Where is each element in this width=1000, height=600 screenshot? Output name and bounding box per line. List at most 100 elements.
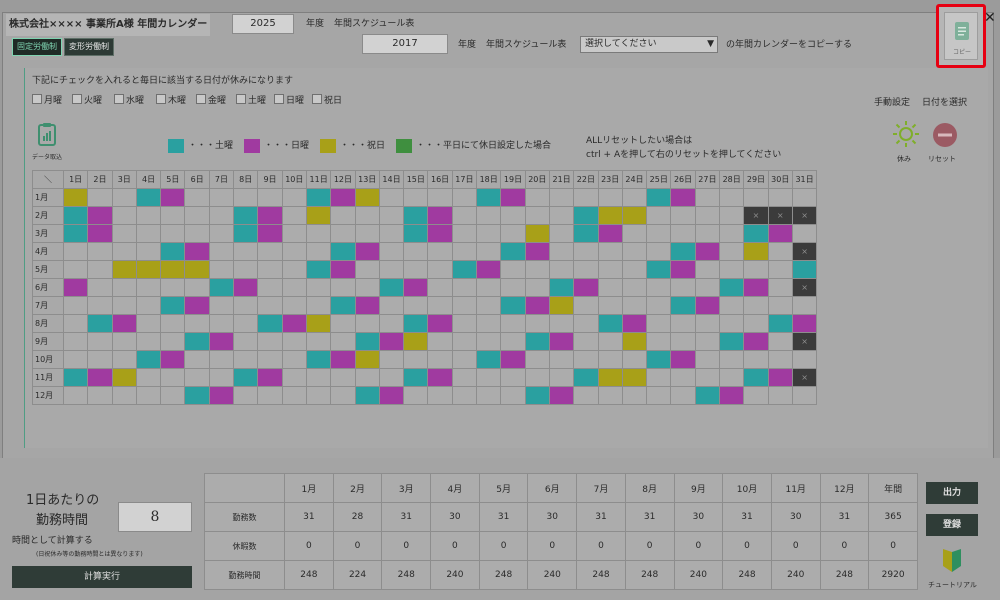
calendar-day-cell[interactable] xyxy=(111,332,137,351)
calendar-day-cell[interactable] xyxy=(451,188,478,207)
calendar-day-cell[interactable] xyxy=(378,278,405,297)
calendar-day-cell[interactable] xyxy=(354,386,380,405)
calendar-day-cell[interactable] xyxy=(184,242,210,261)
holiday-button[interactable] xyxy=(892,120,920,150)
calendar-day-cell[interactable] xyxy=(524,314,550,333)
calendar-day-cell[interactable] xyxy=(354,314,380,333)
calendar-day-cell[interactable] xyxy=(500,242,526,261)
calendar-day-cell[interactable] xyxy=(670,260,696,279)
calendar-day-cell[interactable] xyxy=(767,350,793,369)
calendar-day-cell[interactable] xyxy=(767,314,793,333)
calendar-day-cell[interactable] xyxy=(354,332,380,351)
calendar-day-cell[interactable] xyxy=(62,206,89,225)
calendar-day-cell[interactable] xyxy=(791,350,818,369)
calendar-day-cell[interactable] xyxy=(427,332,453,351)
calendar-day-cell[interactable] xyxy=(719,260,745,279)
calendar-day-cell[interactable] xyxy=(62,296,89,315)
calendar-day-cell[interactable] xyxy=(184,188,210,207)
calendar-day-cell[interactable] xyxy=(257,314,283,333)
calendar-day-cell[interactable] xyxy=(767,296,793,315)
calendar-day-cell[interactable] xyxy=(791,188,818,207)
calendar-day-cell[interactable] xyxy=(330,386,356,405)
calendar-day-cell[interactable] xyxy=(135,278,162,297)
calendar-day-cell[interactable] xyxy=(476,206,502,225)
calendar-day-cell[interactable] xyxy=(87,242,113,261)
calendar-day-cell[interactable] xyxy=(233,386,259,405)
calendar-day-cell[interactable] xyxy=(281,386,307,405)
calendar-day-cell[interactable] xyxy=(500,278,526,297)
weekday-checkbox-3[interactable]: 木曜 xyxy=(156,94,186,107)
calendar-day-cell[interactable] xyxy=(403,296,429,315)
calendar-day-cell[interactable] xyxy=(621,242,648,261)
calendar-day-cell[interactable] xyxy=(791,296,818,315)
calendar-day-cell[interactable] xyxy=(573,278,599,297)
calendar-day-cell[interactable] xyxy=(548,260,575,279)
calendar-day-cell[interactable] xyxy=(305,224,332,243)
calendar-day-cell[interactable] xyxy=(476,224,502,243)
calendar-day-cell[interactable] xyxy=(305,386,332,405)
calendar-day-cell[interactable] xyxy=(281,332,307,351)
calendar-day-cell[interactable] xyxy=(524,224,550,243)
calendar-day-cell[interactable] xyxy=(524,188,550,207)
calendar-day-cell[interactable] xyxy=(500,386,526,405)
calendar-day-cell[interactable] xyxy=(233,206,259,225)
calendar-day-cell[interactable] xyxy=(743,314,769,333)
calendar-day-cell[interactable] xyxy=(354,188,380,207)
calendar-day-cell[interactable] xyxy=(573,332,599,351)
calendar-day-cell[interactable] xyxy=(305,368,332,387)
calendar-day-cell[interactable] xyxy=(743,332,769,351)
calendar-day-cell[interactable] xyxy=(791,224,818,243)
weekday-checkbox-2[interactable]: 水曜 xyxy=(114,94,144,107)
calendar-day-cell[interactable] xyxy=(330,242,356,261)
calendar-day-cell[interactable] xyxy=(767,242,793,261)
calendar-day-cell[interactable] xyxy=(451,206,478,225)
weekday-checkbox-4[interactable]: 金曜 xyxy=(196,94,226,107)
calendar-day-cell[interactable] xyxy=(670,314,696,333)
calendar-day-cell[interactable] xyxy=(670,296,696,315)
calendar-day-cell[interactable] xyxy=(621,188,648,207)
calendar-day-cell[interactable] xyxy=(305,314,332,333)
calendar-day-cell[interactable] xyxy=(524,278,550,297)
calendar-day-cell[interactable] xyxy=(184,386,210,405)
calendar-day-cell[interactable] xyxy=(233,332,259,351)
calendar-day-cell[interactable] xyxy=(160,206,186,225)
calendar-day-cell[interactable] xyxy=(403,188,429,207)
calendar-day-cell[interactable] xyxy=(597,188,623,207)
calendar-day-cell[interactable] xyxy=(767,188,793,207)
calendar-day-cell[interactable] xyxy=(62,278,89,297)
calendar-day-cell[interactable] xyxy=(281,314,307,333)
calendar-day-cell[interactable] xyxy=(597,224,623,243)
calendar-day-cell[interactable] xyxy=(281,206,307,225)
calendar-day-cell[interactable] xyxy=(403,314,429,333)
calendar-day-cell[interactable] xyxy=(87,368,113,387)
copy-source-select[interactable]: 選択してください ▼ xyxy=(580,36,718,53)
calendar-day-cell[interactable] xyxy=(135,242,162,261)
calendar-day-cell[interactable] xyxy=(87,296,113,315)
calendar-day-cell[interactable] xyxy=(111,260,137,279)
calendar-day-cell[interactable] xyxy=(403,206,429,225)
calendar-day-cell[interactable] xyxy=(719,206,745,225)
calendar-day-cell[interactable] xyxy=(694,242,721,261)
calendar-day-cell[interactable] xyxy=(111,368,137,387)
calendar-day-cell[interactable] xyxy=(160,278,186,297)
calendar-day-cell[interactable] xyxy=(719,386,745,405)
calendar-day-cell[interactable] xyxy=(573,206,599,225)
calendar-day-cell[interactable] xyxy=(573,386,599,405)
calendar-day-cell[interactable] xyxy=(476,260,502,279)
calendar-day-cell[interactable] xyxy=(476,368,502,387)
calendar-day-cell[interactable] xyxy=(135,206,162,225)
calendar-day-cell[interactable] xyxy=(160,314,186,333)
calendar-day-cell[interactable] xyxy=(330,206,356,225)
calendar-day-cell[interactable] xyxy=(719,314,745,333)
calendar-day-cell[interactable] xyxy=(378,368,405,387)
calendar-day-cell[interactable] xyxy=(330,332,356,351)
calendar-day-cell[interactable] xyxy=(111,296,137,315)
calendar-day-cell[interactable] xyxy=(524,206,550,225)
calendar-day-cell[interactable] xyxy=(597,368,623,387)
calendar-day-cell[interactable] xyxy=(500,332,526,351)
calendar-day-cell[interactable] xyxy=(719,332,745,351)
calendar-day-cell[interactable] xyxy=(184,368,210,387)
calendar-day-cell[interactable] xyxy=(767,386,793,405)
weekday-checkbox-5[interactable]: 土曜 xyxy=(236,94,266,107)
calendar-day-cell[interactable] xyxy=(184,224,210,243)
